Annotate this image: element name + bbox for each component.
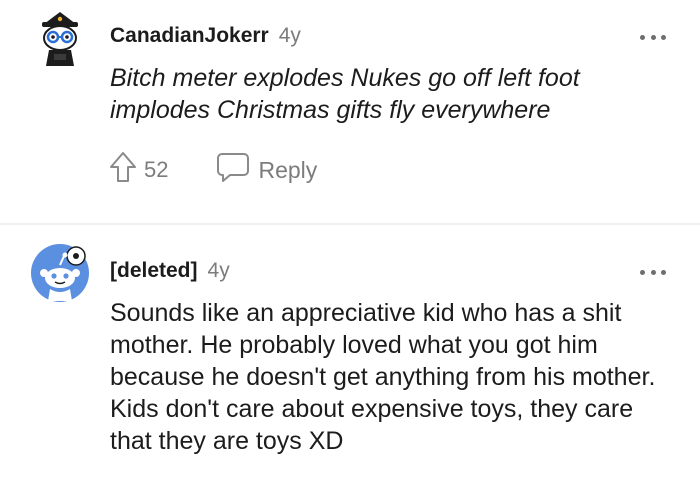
more-options-icon[interactable] [640,32,666,42]
comment-body: Sounds like an appreciative kid who has … [110,299,656,455]
upvote-arrow-icon[interactable] [108,150,138,190]
username[interactable]: CanadianJokerr [110,24,269,48]
upvote-button[interactable]: 52 [108,150,168,190]
comment-header: CanadianJokerr 4y [110,24,301,48]
default-avatar-icon[interactable] [30,243,90,303]
comment-body: Bitch meter explodes Nukes go off left f… [110,64,580,124]
upvote-count: 52 [144,157,169,182]
reply-bubble-icon [216,151,250,189]
username[interactable]: [deleted] [110,259,198,283]
comment-actions: 52 Reply [108,150,317,190]
comment-age[interactable]: 4y [279,24,301,48]
user-avatar-icon[interactable] [34,10,86,70]
reply-label: Reply [258,156,318,183]
comment-header: [deleted] 4y [110,259,230,283]
more-options-icon[interactable] [640,267,666,277]
comment-age[interactable]: 4y [208,259,230,283]
reply-button[interactable]: Reply [216,151,317,189]
comment-2: [deleted] 4y Sounds like an appreciative… [0,225,700,478]
comment-1: CanadianJokerr 4y Bitch meter explodes N… [0,0,700,224]
